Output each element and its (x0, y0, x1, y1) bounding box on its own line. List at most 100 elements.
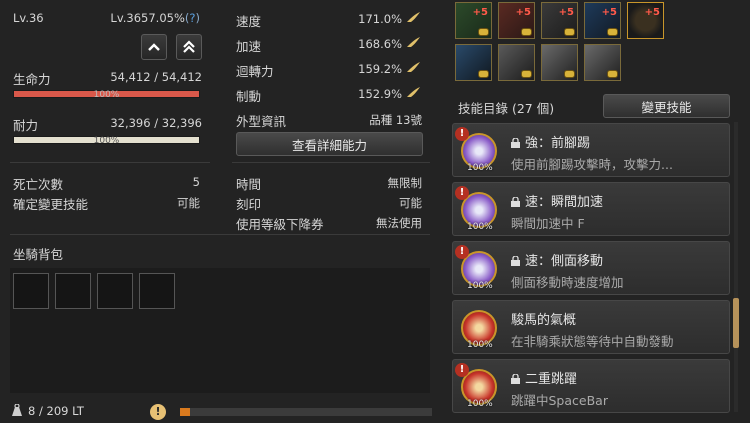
view-details-button[interactable]: 查看詳細能力 (236, 132, 423, 156)
skill-percent: 100% (467, 281, 493, 291)
gear-slot-horseshoe[interactable]: +5 (584, 2, 621, 39)
costume-slot[interactable] (455, 44, 492, 81)
stat-turn-label: 迴轉力 (236, 64, 274, 79)
skill-title: 駿馬的氣概 (511, 309, 576, 328)
lock-icon (511, 256, 520, 266)
weight-bar (180, 408, 432, 416)
double-chevron-up-icon (183, 40, 195, 53)
level-up-max-button[interactable] (176, 34, 202, 60)
skill-percent: 100% (467, 399, 493, 409)
stat-speed-label: 速度 (236, 14, 262, 29)
skill-item[interactable]: 100% ! 速：側面移動 側面移動時速度增加 (452, 241, 730, 295)
left-divider (10, 162, 210, 163)
wing-icon (406, 11, 421, 26)
wing-icon (406, 61, 421, 76)
stamina-value: 32,396 / 32,396 (110, 116, 202, 130)
skill-item[interactable]: 100% ! 強：前腳踢 使用前腳踢攻擊時，攻擊力... (452, 123, 730, 177)
skill-description: 側面移動時速度增加 (511, 275, 624, 290)
mount-bag-slot[interactable] (139, 273, 175, 309)
enhance-level: +5 (515, 7, 531, 18)
skill-title-text: 強：前腳踢 (525, 136, 591, 151)
exp-percent-value: Lv.3657.05% (110, 11, 185, 25)
costume-slot[interactable] (498, 44, 535, 81)
skill-title: 二重跳躍 (511, 368, 577, 387)
imprint-label: 刻印 (236, 197, 262, 212)
hp-value: 54,412 / 54,412 (110, 70, 202, 84)
stat-brake-value: 152.9% (358, 87, 402, 101)
skill-change-value: 可能 (177, 196, 200, 210)
stamina-label: 耐力 (13, 118, 39, 133)
skill-description: 使用前腳踢攻擊時，攻擊力... (511, 157, 673, 172)
enhance-level: +5 (558, 7, 574, 18)
mount-bag-slot[interactable] (55, 273, 91, 309)
weight-bar-fill (180, 408, 191, 416)
hp-bar-percent: 100% (93, 90, 120, 100)
skill-title: 速：側面移動 (511, 250, 603, 269)
skill-change-label: 確定變更技能 (13, 197, 89, 212)
stat-brake-label: 制動 (236, 89, 262, 104)
costume-slot[interactable] (541, 44, 578, 81)
exp-percent: Lv.3657.05%(?) (110, 11, 200, 25)
skill-description: 跳躍中SpaceBar (511, 393, 608, 408)
lock-icon (511, 138, 520, 148)
mount-bag-label: 坐騎背包 (13, 247, 64, 262)
skill-percent: 100% (467, 163, 493, 173)
change-skill-button[interactable]: 變更技能 (603, 94, 730, 118)
coupon-label: 使用等級下降券 (236, 217, 324, 232)
stamina-bar-percent: 100% (93, 136, 120, 146)
warning-icon[interactable]: ! (150, 404, 166, 420)
gear-slot-stirrups[interactable]: +5 (541, 2, 578, 39)
deaths-value: 5 (192, 175, 200, 189)
skills-scrollbar-thumb[interactable] (733, 298, 739, 348)
stat-accel-value: 168.6% (358, 37, 402, 51)
lock-icon (511, 374, 520, 384)
appearance-label: 外型資訊 (236, 114, 287, 129)
skill-description: 在非騎乘狀態等待中自動發動 (511, 334, 674, 349)
skill-title-text: 速：側面移動 (525, 254, 604, 269)
warning-icon: ! (455, 363, 469, 377)
wing-icon (406, 36, 421, 51)
warning-icon: ! (455, 127, 469, 141)
imprint-value: 可能 (399, 196, 422, 210)
stat-accel-label: 加速 (236, 39, 262, 54)
middle-divider (232, 162, 430, 163)
mount-bag-slot[interactable] (97, 273, 133, 309)
level-up-button[interactable] (141, 34, 167, 60)
skill-percent: 100% (467, 222, 493, 232)
costume-slot[interactable] (584, 44, 621, 81)
skill-percent: 100% (467, 340, 493, 350)
skill-title-text: 速：瞬間加速 (525, 195, 604, 210)
skill-title-text: 駿馬的氣概 (511, 313, 577, 328)
coupon-value: 無法使用 (376, 216, 422, 230)
skill-item[interactable]: 100% ! 速：瞬間加速 瞬間加速中 F (452, 182, 730, 236)
hp-label: 生命力 (13, 72, 51, 87)
stat-speed-value: 171.0% (358, 12, 402, 26)
enhance-level: +5 (472, 7, 488, 18)
chevron-up-icon (148, 43, 160, 51)
wing-icon (406, 86, 421, 101)
gear-slot-saddle[interactable]: +5 (498, 2, 535, 39)
warning-icon: ! (455, 245, 469, 259)
lock-icon (511, 197, 520, 207)
warning-icon: ! (455, 186, 469, 200)
time-label: 時間 (236, 177, 262, 192)
mount-bag-slot[interactable] (13, 273, 49, 309)
gear-slot-ring[interactable]: +5 (627, 2, 664, 39)
skills-scrollbar[interactable] (734, 122, 738, 412)
enhance-level: +5 (601, 7, 617, 18)
gear-slot-armor[interactable]: +5 (455, 2, 492, 39)
enhance-level: +5 (644, 7, 660, 18)
hp-bar: 100% (13, 90, 200, 100)
skill-title-text: 二重跳躍 (525, 372, 578, 387)
deaths-label: 死亡次數 (13, 177, 64, 192)
stamina-bar: 100% (13, 136, 200, 146)
skill-title: 速：瞬間加速 (511, 191, 603, 210)
skill-description: 瞬間加速中 F (511, 216, 585, 231)
skill-item[interactable]: 100% ! 二重跳躍 跳躍中SpaceBar (452, 359, 730, 413)
time-value: 無限制 (387, 176, 423, 190)
appearance-value: 品種 13號 (369, 113, 422, 127)
skills-header: 技能目錄 (27 個) (458, 101, 555, 116)
skill-title: 強：前腳踢 (511, 132, 590, 151)
skill-item[interactable]: 100% 駿馬的氣概 在非騎乘狀態等待中自動發動 (452, 300, 730, 354)
mount-divider (10, 234, 430, 235)
